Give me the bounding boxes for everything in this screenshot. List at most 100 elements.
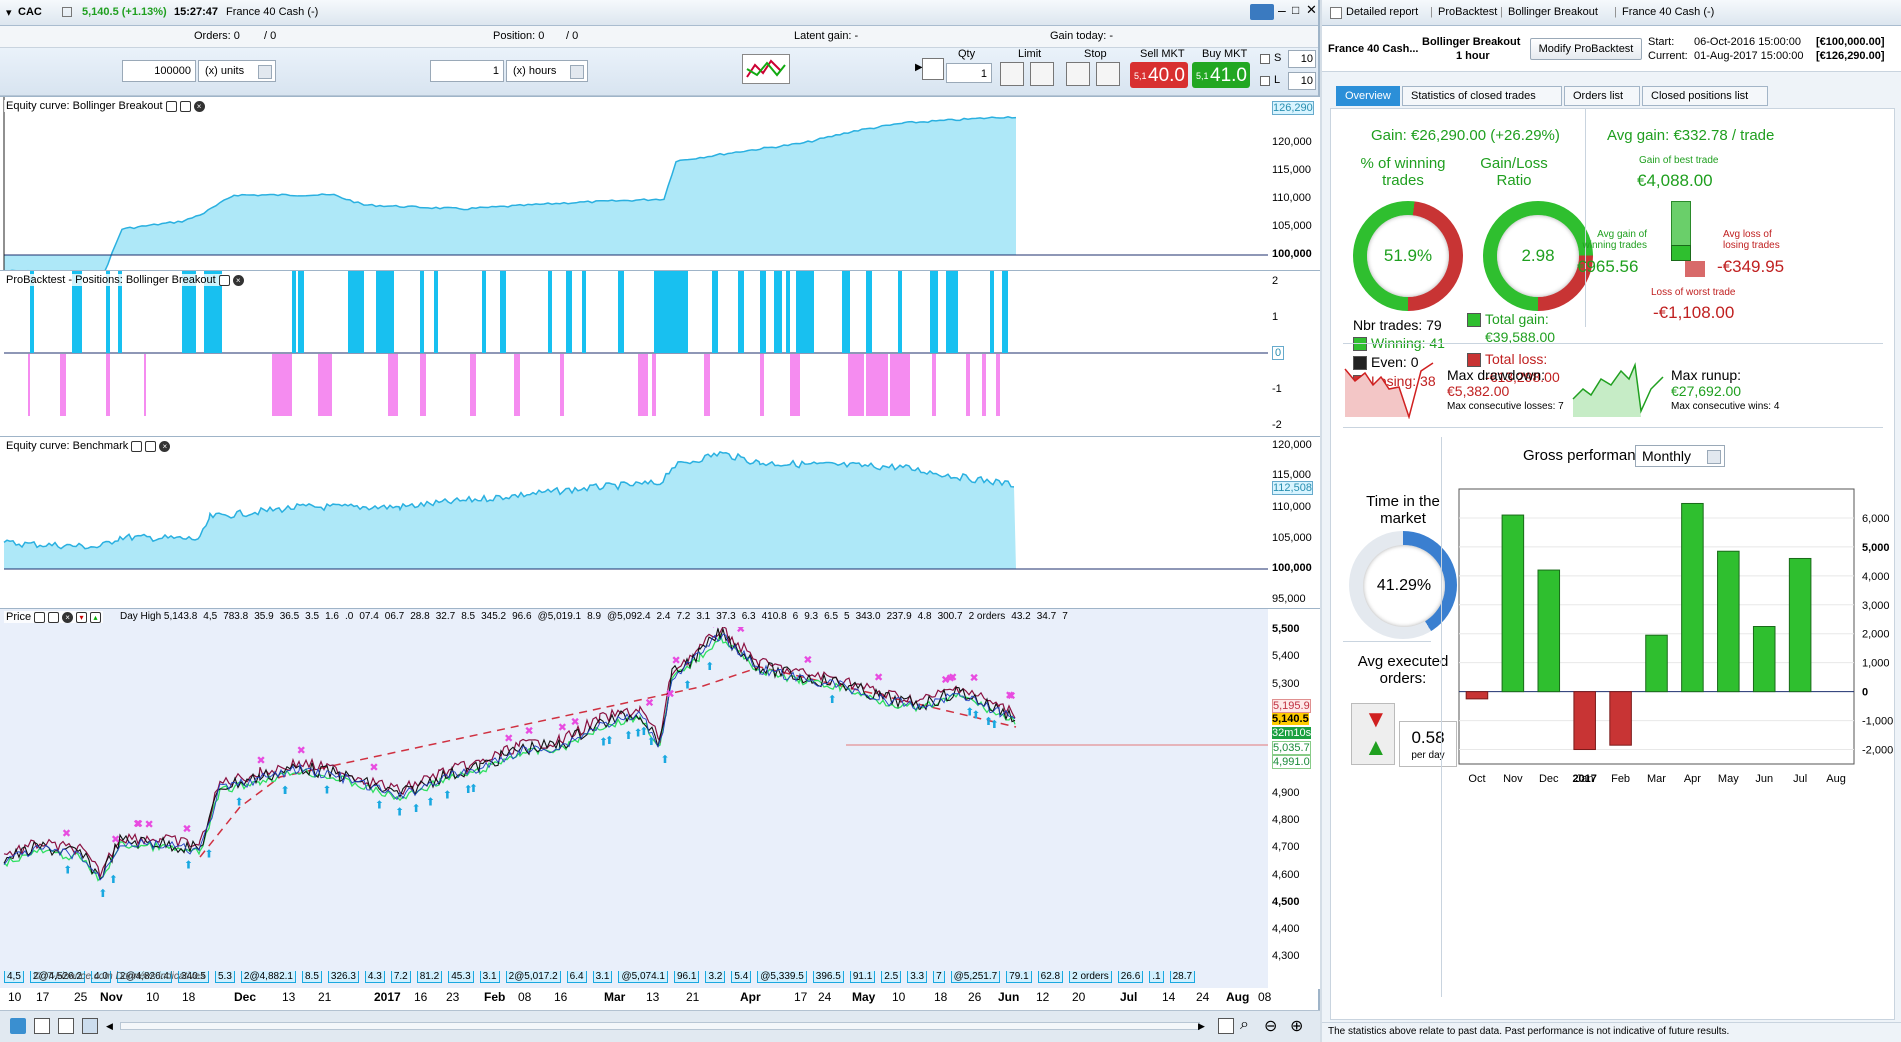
s-checkbox[interactable] (1260, 54, 1270, 64)
ytick: -2 (1272, 419, 1282, 431)
short-position-bar (28, 354, 30, 416)
wrench-icon[interactable] (131, 440, 143, 452)
info-icon[interactable] (62, 7, 72, 17)
grid-icon[interactable] (34, 1018, 50, 1034)
l-checkbox[interactable] (1260, 76, 1270, 86)
units-select[interactable]: (x) units (198, 60, 276, 82)
horizontal-scrollbar[interactable] (120, 1022, 1200, 1030)
ytick: 4,300 (1272, 950, 1300, 962)
sell-mkt-button[interactable]: 5,1 40.0 (1130, 62, 1188, 88)
close-icon[interactable]: × (232, 274, 244, 286)
xtick-label: 17 (794, 990, 808, 1004)
stop-sell-button[interactable] (1096, 62, 1120, 86)
buy-marker-icon[interactable]: ▴ (90, 611, 102, 623)
stop-buy-button[interactable] (1066, 62, 1090, 86)
bar (1788, 557, 1812, 693)
wrench-icon[interactable] (922, 58, 944, 80)
sell-marker: ✖ (671, 655, 680, 667)
hours-input[interactable]: 1 (430, 60, 504, 82)
l-input[interactable]: 10 (1288, 72, 1316, 90)
wrench-icon[interactable] (34, 611, 46, 623)
s-input[interactable]: 10 (1288, 50, 1316, 68)
end-icon[interactable] (1218, 1018, 1234, 1034)
buy-marker: ⬆ (98, 888, 107, 900)
list-icon[interactable] (58, 1018, 74, 1034)
order-annotation: 345.2 (481, 611, 507, 622)
short-position-bar (760, 354, 764, 416)
autotrade-icon[interactable] (742, 54, 790, 84)
buy-mkt-button[interactable]: 5,1 41.0 (1192, 62, 1250, 88)
tab-orders-list[interactable]: Orders list (1564, 86, 1640, 106)
disclaimer: The statistics above relate to past data… (1328, 1026, 1730, 1037)
close-icon[interactable]: × (62, 611, 74, 623)
minimize-icon[interactable]: – (1278, 2, 1286, 18)
short-position-bar (272, 354, 292, 416)
limit-buy-button[interactable] (1000, 62, 1024, 86)
position-header: Orders: 0 / 0 Position: 0 / 0 Latent gai… (0, 26, 1318, 48)
order-annotation: 28.8 (410, 611, 430, 622)
scroll-left-icon[interactable]: ◀ (106, 1021, 118, 1033)
year-label: 2017 (1572, 773, 1596, 785)
order-annotation: 5.4 (731, 971, 752, 983)
refresh-icon[interactable] (10, 1018, 26, 1034)
layout-icon[interactable] (82, 1018, 98, 1034)
window-icon[interactable] (145, 440, 157, 452)
equity-current-tag: 126,290 (1272, 101, 1314, 115)
avg-win-bar (1671, 245, 1691, 261)
close-icon[interactable]: × (159, 440, 171, 452)
window-icon[interactable] (179, 100, 191, 112)
ytick: 2 (1272, 275, 1279, 287)
limit-sell-button[interactable] (1030, 62, 1054, 86)
scroll-right-icon[interactable]: ▶ (1198, 1021, 1205, 1032)
short-position-bar (560, 354, 564, 416)
l-label: L (1274, 74, 1281, 86)
long-position-bar (566, 271, 572, 353)
gross-performance-chart: 6,000 5,000 4,000 3,000 2,000 1,000 0 -1,000 -2,… (1458, 488, 1893, 785)
period-select[interactable]: Monthly (1635, 445, 1725, 467)
start-capital: [€100,000.00] (1816, 36, 1885, 48)
maximize-icon[interactable]: □ (1292, 3, 1299, 17)
total-loss-label: Total loss: (1485, 351, 1548, 367)
hours-select[interactable]: (x) hours (506, 60, 588, 82)
qty-input[interactable]: 1 (946, 63, 992, 83)
ytick-label: 4,000 (1862, 571, 1890, 583)
buy-marker: ⬆ (322, 784, 331, 796)
short-position-bar (318, 354, 332, 416)
long-position-bar (774, 271, 782, 353)
modify-probacktest-button[interactable]: Modify ProBacktest (1530, 38, 1642, 60)
zoom-fit-icon[interactable]: ⌕ (1240, 1016, 1249, 1034)
divider (1343, 427, 1883, 428)
window-icon[interactable] (218, 274, 230, 286)
tab-closed-positions[interactable]: Closed positions list (1642, 86, 1768, 106)
long-position-bar (500, 271, 506, 353)
order-annotation: 07.4 (359, 611, 379, 622)
wrench-icon[interactable] (165, 100, 177, 112)
order-annotation: 91.1 (849, 971, 876, 983)
pct-winning: 51.9% (1367, 215, 1449, 297)
ytick: 4,800 (1272, 814, 1300, 826)
tab-statistics[interactable]: Statistics of closed trades (1402, 86, 1562, 106)
ytick: 0 (1272, 346, 1285, 360)
symbol-label[interactable]: CAC (18, 6, 42, 18)
close-icon[interactable]: × (193, 100, 205, 112)
sell-marker-icon[interactable]: ▾ (76, 611, 88, 623)
pct-winning-label: % of winning trades (1360, 155, 1446, 189)
window-icon[interactable] (48, 611, 60, 623)
zoom-out-icon[interactable]: ⊖ (1264, 1016, 1277, 1036)
tab-overview[interactable]: Overview (1336, 86, 1400, 106)
close-icon[interactable]: ✕ (1306, 2, 1317, 18)
chevron-down-icon[interactable]: ▾ (6, 6, 12, 19)
buy-price-prefix: 5,1 (1196, 71, 1209, 81)
max-drawdown: €5,382.00 (1447, 383, 1510, 399)
price-chart: ✖⬆✖✖✖⬆⬆⬆✖✖⬆✖✖✖⬆⬆⬆✖⬆⬆✖✖✖⬆⬆✖✖⬆✖⬆⬆⬆⬆✖✖✖✖⬆⬆✖… (3, 627, 1268, 900)
order-annotation: 6.3 (741, 611, 756, 622)
keyboard-icon[interactable] (1250, 4, 1274, 20)
order-annotation: 96.1 (673, 971, 700, 983)
price-panel-title: Price × ▾ ▴ (4, 611, 104, 623)
current-date: 01-Aug-2017 15:00:00 (1694, 50, 1804, 62)
order-annotation: 5 (844, 611, 850, 622)
xtick-label: 24 (1196, 990, 1210, 1004)
units-input[interactable]: 100000 (122, 60, 196, 82)
zoom-in-icon[interactable]: ⊕ (1290, 1016, 1303, 1036)
report-icon (1330, 7, 1342, 19)
